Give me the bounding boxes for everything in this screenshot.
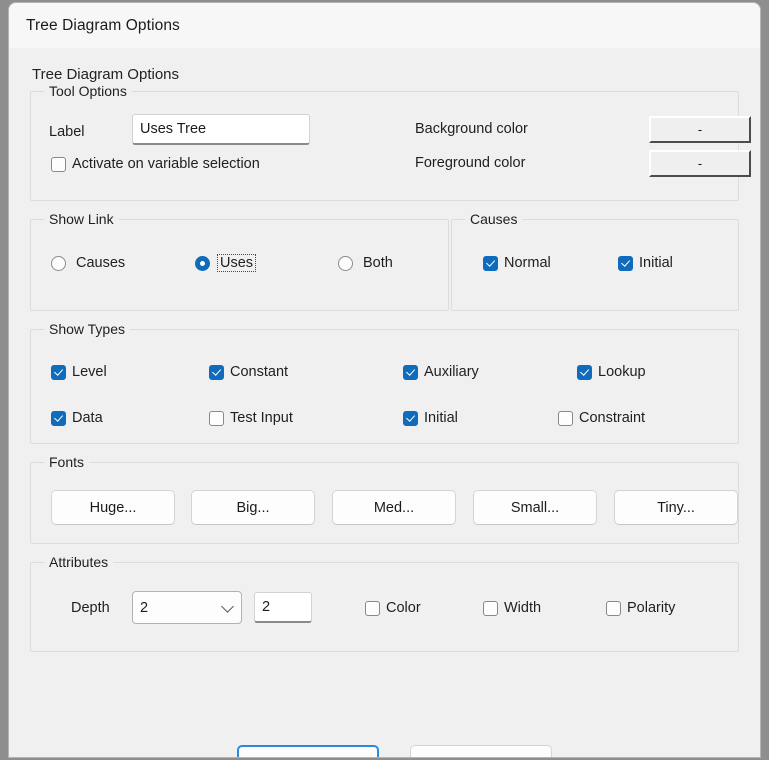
radio-circle bbox=[338, 255, 353, 271]
group-causes-legend: Causes bbox=[465, 211, 523, 227]
group-show-types: Show Types Level Constant Auxiliary Look… bbox=[30, 321, 739, 444]
page-title: Tree Diagram Options bbox=[32, 66, 179, 83]
tree-diagram-options-dialog: Tree Diagram Options Tree Diagram Option… bbox=[8, 2, 761, 758]
window-title: Tree Diagram Options bbox=[26, 16, 180, 34]
checkbox-causes-initial[interactable]: Initial bbox=[618, 255, 673, 271]
checkbox-box bbox=[606, 600, 621, 616]
background-color-button[interactable]: - bbox=[649, 116, 751, 143]
cancel-button[interactable]: Cancel bbox=[410, 745, 552, 759]
checkbox-label: Initial bbox=[424, 410, 458, 426]
group-fonts: Fonts Huge... Big... Med... Small... Tin… bbox=[30, 454, 739, 544]
checkbox-label: Width bbox=[504, 600, 542, 616]
font-big-label: Big... bbox=[236, 499, 270, 516]
checkbox-box bbox=[558, 410, 573, 426]
label-input[interactable] bbox=[132, 114, 310, 145]
checkbox-box bbox=[403, 410, 418, 426]
checkbox-label: Level bbox=[72, 364, 107, 380]
group-tool-options: Tool Options Label Activate on variable … bbox=[30, 83, 751, 201]
font-tiny-button[interactable]: Tiny... bbox=[614, 490, 738, 525]
depth-text-input[interactable] bbox=[254, 592, 312, 623]
checkbox-box bbox=[51, 410, 66, 426]
checkbox-type-constraint[interactable]: Constraint bbox=[558, 410, 645, 426]
radio-label: Both bbox=[363, 255, 393, 271]
checkbox-type-test-input[interactable]: Test Input bbox=[209, 410, 293, 426]
group-causes: Causes Normal Initial bbox=[451, 211, 739, 311]
font-big-button[interactable]: Big... bbox=[191, 490, 315, 525]
checkbox-label: Initial bbox=[639, 255, 673, 271]
radio-show-link-causes[interactable]: Causes bbox=[51, 254, 128, 272]
label-caption: Label bbox=[49, 124, 85, 140]
group-attributes-legend: Attributes bbox=[44, 554, 114, 570]
checkbox-label: Test Input bbox=[230, 410, 293, 426]
checkbox-type-constant[interactable]: Constant bbox=[209, 364, 288, 380]
checkbox-label: Auxiliary bbox=[424, 364, 479, 380]
font-med-button[interactable]: Med... bbox=[332, 490, 456, 525]
background-color-value: - bbox=[697, 122, 703, 137]
radio-label: Causes bbox=[76, 255, 126, 271]
checkbox-box bbox=[483, 255, 498, 271]
checkbox-label: Activate on variable selection bbox=[72, 156, 260, 172]
checkbox-type-lookup[interactable]: Lookup bbox=[577, 364, 646, 380]
font-small-label: Small... bbox=[510, 499, 560, 516]
depth-select-value: 2 bbox=[140, 599, 149, 616]
cancel-label: Cancel bbox=[458, 758, 503, 759]
checkbox-label: Polarity bbox=[627, 600, 676, 616]
checkbox-type-auxiliary[interactable]: Auxiliary bbox=[403, 364, 479, 380]
font-med-label: Med... bbox=[373, 499, 415, 516]
radio-show-link-uses[interactable]: Uses bbox=[195, 254, 257, 272]
radio-label: Uses bbox=[217, 254, 257, 272]
group-show-link: Show Link Causes Uses Both bbox=[30, 211, 449, 311]
checkbox-box bbox=[577, 364, 592, 380]
font-huge-label: Huge... bbox=[89, 499, 137, 516]
group-show-link-legend: Show Link bbox=[44, 211, 119, 227]
radio-circle bbox=[195, 255, 210, 271]
foreground-color-value: - bbox=[697, 156, 703, 171]
ok-label: OK bbox=[298, 758, 319, 759]
checkbox-box bbox=[51, 364, 66, 380]
checkbox-box bbox=[209, 364, 224, 380]
checkbox-box bbox=[51, 156, 66, 172]
font-tiny-label: Tiny... bbox=[657, 499, 695, 516]
checkbox-box bbox=[365, 600, 380, 616]
radio-circle bbox=[51, 255, 66, 271]
dialog-content: Tree Diagram Options Tool Options Label … bbox=[9, 48, 760, 759]
checkbox-attribute-width[interactable]: Width bbox=[483, 600, 541, 616]
checkbox-type-level[interactable]: Level bbox=[51, 364, 107, 380]
checkbox-attribute-color[interactable]: Color bbox=[365, 600, 421, 616]
ok-button[interactable]: OK bbox=[237, 745, 379, 759]
font-small-button[interactable]: Small... bbox=[473, 490, 597, 525]
checkbox-box bbox=[403, 364, 418, 380]
checkbox-label: Constant bbox=[230, 364, 289, 380]
checkbox-label: Color bbox=[386, 600, 421, 616]
checkbox-label: Data bbox=[72, 410, 103, 426]
checkbox-box bbox=[209, 410, 224, 426]
checkbox-box bbox=[618, 255, 633, 271]
checkbox-type-initial[interactable]: Initial bbox=[403, 410, 458, 426]
group-fonts-legend: Fonts bbox=[44, 454, 90, 470]
chevron-down-icon bbox=[221, 599, 234, 613]
checkbox-label: Constraint bbox=[579, 410, 646, 426]
background-color-caption: Background color bbox=[415, 121, 528, 137]
checkbox-attribute-polarity[interactable]: Polarity bbox=[606, 600, 675, 616]
depth-select[interactable]: 2 bbox=[132, 591, 242, 624]
checkbox-type-data[interactable]: Data bbox=[51, 410, 103, 426]
font-huge-button[interactable]: Huge... bbox=[51, 490, 175, 525]
checkbox-causes-normal[interactable]: Normal bbox=[483, 255, 551, 271]
dialog-titlebar: Tree Diagram Options bbox=[9, 3, 760, 48]
activate-on-variable-selection-checkbox[interactable]: Activate on variable selection bbox=[51, 156, 260, 172]
group-attributes: Attributes Depth 2 Color Width Polarity bbox=[30, 554, 739, 652]
group-show-types-legend: Show Types bbox=[44, 321, 131, 337]
checkbox-label: Lookup bbox=[598, 364, 646, 380]
depth-caption: Depth bbox=[71, 600, 110, 616]
checkbox-label: Normal bbox=[504, 255, 551, 271]
group-tool-options-legend: Tool Options bbox=[44, 83, 132, 99]
foreground-color-button[interactable]: - bbox=[649, 150, 751, 177]
checkbox-box bbox=[483, 600, 498, 616]
radio-show-link-both[interactable]: Both bbox=[338, 254, 396, 272]
foreground-color-caption: Foreground color bbox=[415, 155, 526, 171]
